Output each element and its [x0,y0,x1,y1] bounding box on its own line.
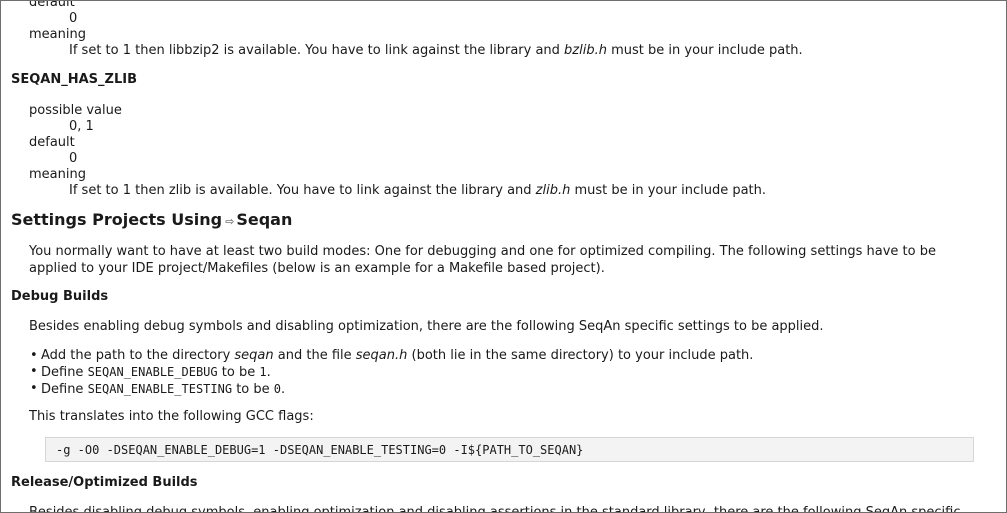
link-arrow-icon: ⇨ [225,215,235,228]
list-item: Define SEQAN_ENABLE_DEBUG to be 1. [1,364,753,381]
release-heading: Release/Optimized Builds [11,475,198,490]
gcc-flags-intro: This translates into the following GCC f… [29,409,314,424]
zlib-possible-value: 0, 1 [69,119,94,134]
debug-intro: Besides enabling debug symbols and disab… [29,319,824,334]
zlib-default-label: default [29,135,75,150]
list-item: Add the path to the directory seqan and … [1,348,753,364]
debug-heading: Debug Builds [11,289,109,304]
zlib-header-file: zlib.h [535,183,571,198]
release-intro: Besides disabling debug symbols, enablin… [29,505,961,513]
bzip2-meaning-text: If set to 1 then libbzip2 is available. … [69,43,803,58]
bzip2-meaning-label: meaning [29,27,86,42]
gcc-flags-code-block: -g -O0 -DSEQAN_ENABLE_DEBUG=1 -DSEQAN_EN… [45,437,974,462]
document-view: default 0 meaning If set to 1 then libbz… [0,0,1007,513]
zlib-heading: SEQAN_HAS_ZLIB [11,72,137,87]
bzip2-default-value: 0 [69,11,78,26]
debug-settings-list: Add the path to the directory seqan and … [1,348,753,398]
list-item: Define SEQAN_ENABLE_TESTING to be 0. [1,381,753,398]
zlib-meaning-text: If set to 1 then zlib is available. You … [69,183,767,198]
settings-intro: You normally want to have at least two b… [29,244,936,276]
bzip2-header-file: bzlib.h [564,43,607,58]
settings-heading: Settings Projects Using ⇨ Seqan [11,210,293,229]
zlib-meaning-label: meaning [29,167,86,182]
zlib-default-value: 0 [69,151,78,166]
bzip2-default-label: default [29,0,75,10]
seqan-link[interactable]: Seqan [236,210,292,229]
zlib-possible-label: possible value [29,103,122,118]
gcc-flags-code: -g -O0 -DSEQAN_ENABLE_DEBUG=1 -DSEQAN_EN… [56,443,584,457]
